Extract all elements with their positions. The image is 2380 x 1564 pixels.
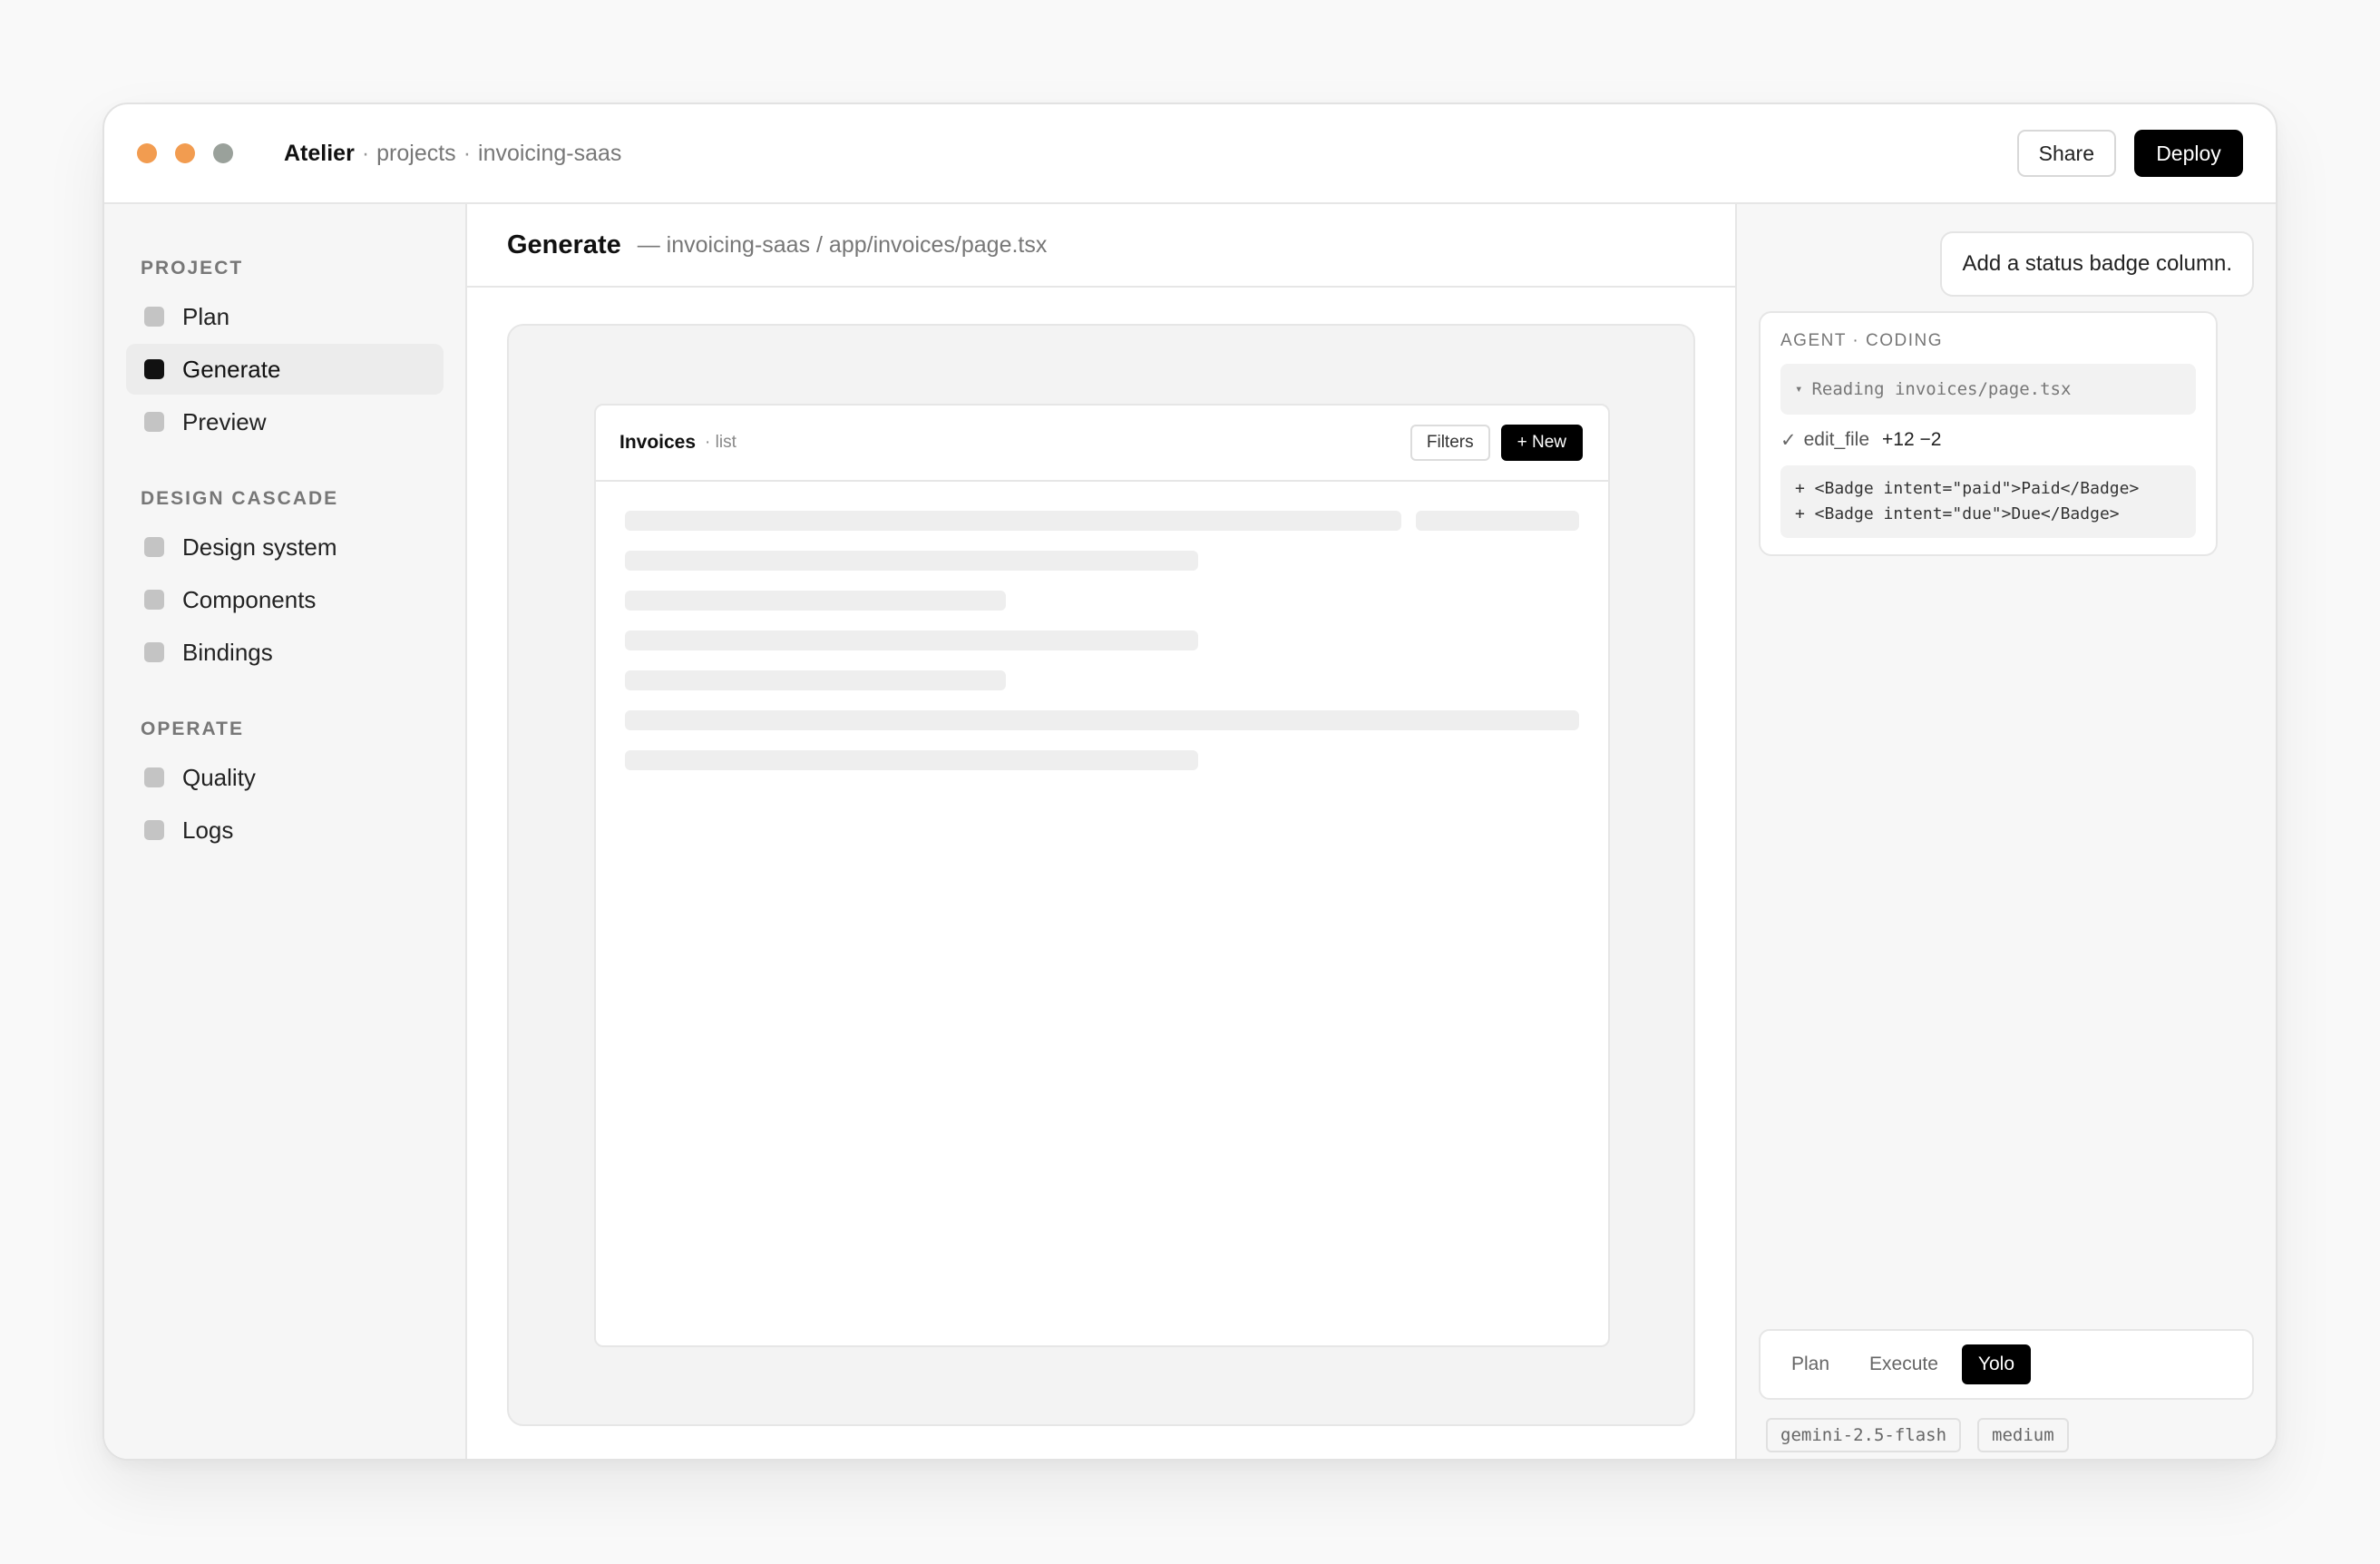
app-window: Atelier · projects · invoicing-saas Shar… [102,103,2278,1461]
mode-selector: Plan Execute Yolo [1759,1329,2254,1400]
sidebar-item-label: Plan [182,302,230,330]
sidebar-section-title: PROJECT [141,258,244,279]
skeleton-line [625,630,1198,650]
caret-down-icon: ▾ [1795,382,1803,396]
reading-step[interactable]: ▾ Reading invoices/page.tsx [1780,364,2196,415]
deploy-button[interactable]: Deploy [2134,130,2243,177]
sidebar-item-label: Logs [182,816,234,844]
nav-square-icon [144,642,164,662]
new-invoice-button[interactable]: + New [1500,425,1583,461]
nav-square-icon [144,359,164,379]
skeleton-line [625,511,1401,531]
sidebar-section-title: DESIGN CASCADE [141,488,339,509]
nav-square-icon [144,307,164,327]
sidebar-item-label: Preview [182,407,267,435]
code-line: + <Badge intent="due">Due</Badge> [1795,504,2120,523]
nav-square-icon [144,412,164,432]
breadcrumb-separator: · [463,140,472,166]
card-subtitle: · list [705,433,736,452]
sidebar-nav-list: Quality Logs [104,752,465,855]
agent-label: AGENT · CODING [1780,331,1943,350]
breadcrumb-separator: · [361,140,370,166]
skeleton-line [625,551,1198,571]
app-name: Atelier [284,140,355,166]
mode-tab-yolo[interactable]: Yolo [1961,1344,2032,1384]
nav-square-icon [144,767,164,787]
sidebar-nav-list: Plan Generate Preview [104,291,465,447]
title-bar: Atelier · projects · invoicing-saas Shar… [104,104,2276,204]
sidebar-item-logs[interactable]: Logs [126,805,444,855]
skeleton-line [1416,511,1579,531]
sidebar-item-quality[interactable]: Quality [126,752,444,803]
agent-activity-card: AGENT · CODING ▾ Reading invoices/page.t… [1759,311,2218,556]
sidebar-item-label: Generate [182,355,281,383]
card-title: Invoices [619,432,697,453]
preview-canvas: Invoices · list Filters + New [507,324,1695,1426]
window-controls [137,143,233,163]
sidebar: PROJECT Plan Generate Preview DESIGN CASCADE… [104,204,467,1459]
agent-panel: Add a status badge column. AGENT · CODIN… [1735,204,2276,1459]
filters-button[interactable]: Filters [1409,425,1490,461]
sidebar-item-label: Bindings [182,638,273,666]
effort-chip[interactable]: medium [1977,1418,2069,1452]
sidebar-item-label: Design system [182,533,337,561]
mode-tab-execute[interactable]: Execute [1853,1344,1955,1384]
breadcrumb-project[interactable]: invoicing-saas [478,141,621,167]
model-options: gemini-2.5-flash medium [1766,1418,2069,1452]
sidebar-nav-list: Design system Components Bindings [104,522,465,678]
code-line: + <Badge intent="paid">Paid</Badge> [1795,479,2140,498]
main-panel: Generate — invoicing-saas / app/invoices… [467,204,1735,1459]
sidebar-item-design-system[interactable]: Design system [126,522,444,572]
code-diff: + <Badge intent="paid">Paid</Badge> + <B… [1780,465,2196,538]
sidebar-item-components[interactable]: Components [126,574,444,625]
nav-square-icon [144,590,164,610]
model-chip[interactable]: gemini-2.5-flash [1766,1418,1962,1452]
mode-tab-plan[interactable]: Plan [1775,1344,1846,1384]
reading-text: Reading invoices/page.tsx [1811,379,2072,399]
diff-stats: +12 −2 [1882,429,1942,450]
sidebar-item-label: Components [182,585,317,613]
file-path: — invoicing-saas / app/invoices/page.tsx [637,231,1048,258]
skeleton-line [625,750,1198,770]
check-icon: ✓ [1780,429,1797,451]
nav-square-icon [144,820,164,840]
sidebar-item-generate[interactable]: Generate [126,344,444,395]
sidebar-item-label: Quality [182,763,256,791]
skeleton-line [625,670,1006,690]
breadcrumb: Atelier · projects · invoicing-saas [284,141,621,167]
skeleton-line [625,591,1006,611]
sidebar-item-bindings[interactable]: Bindings [126,627,444,678]
sidebar-item-preview[interactable]: Preview [126,396,444,447]
user-message: Add a status badge column. [1940,231,2254,297]
main-header: Generate — invoicing-saas / app/invoices… [467,204,1735,288]
edit-tool-name: edit_file [1803,429,1869,450]
maximize-dot[interactable] [213,143,233,163]
skeleton-line [625,710,1579,730]
page-title: Generate [507,230,621,259]
close-dot[interactable] [137,143,157,163]
sidebar-section-title: OPERATE [141,718,244,739]
share-button[interactable]: Share [2016,130,2116,177]
invoices-preview-card: Invoices · list Filters + New [594,404,1610,1347]
minimize-dot[interactable] [175,143,195,163]
card-header: Invoices · list Filters + New [596,406,1608,482]
nav-square-icon [144,537,164,557]
breadcrumb-projects[interactable]: projects [376,141,456,167]
edit-step: ✓ edit_file +12 −2 [1780,415,2196,465]
sidebar-item-plan[interactable]: Plan [126,291,444,342]
